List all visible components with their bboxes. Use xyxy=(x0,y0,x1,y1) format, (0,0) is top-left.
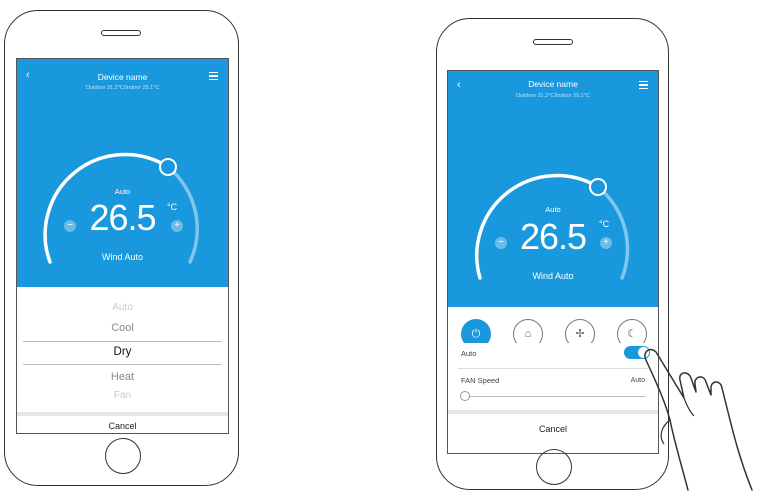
mode-label: Auto xyxy=(545,205,561,214)
fan-speed-track[interactable] xyxy=(464,396,646,397)
fan-speed-label: FAN Speed xyxy=(461,376,500,385)
picker-item-heat[interactable]: Heat xyxy=(17,371,228,383)
auto-label: Auto xyxy=(461,349,477,358)
wind-label: Wind Auto xyxy=(532,271,574,281)
home-button[interactable] xyxy=(105,438,141,474)
plus-button[interactable]: + xyxy=(600,237,612,249)
home-icon[interactable]: ⌂ xyxy=(513,319,543,343)
picker-item-cool[interactable]: Cool xyxy=(17,322,228,334)
left-screen: ‹ Device name Outdoor 31.2°C/Indoor 25.1… xyxy=(16,58,229,434)
home-button[interactable] xyxy=(536,449,572,485)
power-icon[interactable]: ⏻ xyxy=(461,319,491,343)
right-screen: ‹ Device name Outdoor 31.2°C/Indoor 25.1… xyxy=(447,70,659,454)
pointing-hand-illustration xyxy=(644,348,753,491)
mode-buttons: ⏻ ⌂ ✢ ☾ xyxy=(448,319,658,343)
right-phone: ‹ Device name Outdoor 31.2°C/Indoor 25.1… xyxy=(436,18,669,490)
separator-bar xyxy=(448,410,658,414)
picker-item-fan[interactable]: Fan xyxy=(17,390,228,401)
cancel-button[interactable]: Cancel xyxy=(17,421,228,431)
minus-button[interactable]: − xyxy=(495,237,507,249)
minus-button[interactable]: − xyxy=(64,220,76,232)
mode-label: Auto xyxy=(114,187,131,196)
separator-bar xyxy=(17,412,228,416)
picker-item-dry[interactable]: Dry xyxy=(17,346,228,358)
wind-label: Wind Auto xyxy=(101,252,144,262)
plus-button[interactable]: + xyxy=(171,220,183,232)
temperature-value: 26.5 xyxy=(89,197,156,238)
unit-label: °C xyxy=(599,219,610,229)
unit-label: °C xyxy=(167,202,178,212)
row-divider xyxy=(458,368,648,369)
cancel-button[interactable]: Cancel xyxy=(448,424,658,434)
dial-handle xyxy=(159,158,177,176)
picker-item-auto[interactable]: Auto xyxy=(17,302,228,313)
picker-divider xyxy=(23,341,222,342)
fan-icon[interactable]: ✢ xyxy=(565,319,595,343)
speaker xyxy=(101,30,141,36)
picker-divider xyxy=(23,364,222,365)
fan-speed-knob[interactable] xyxy=(460,391,470,401)
left-phone: ‹ Device name Outdoor 31.2°C/Indoor 25.1… xyxy=(4,10,239,486)
temperature-value: 26.5 xyxy=(519,216,587,257)
speaker xyxy=(533,39,573,45)
dial-handle xyxy=(589,178,607,196)
